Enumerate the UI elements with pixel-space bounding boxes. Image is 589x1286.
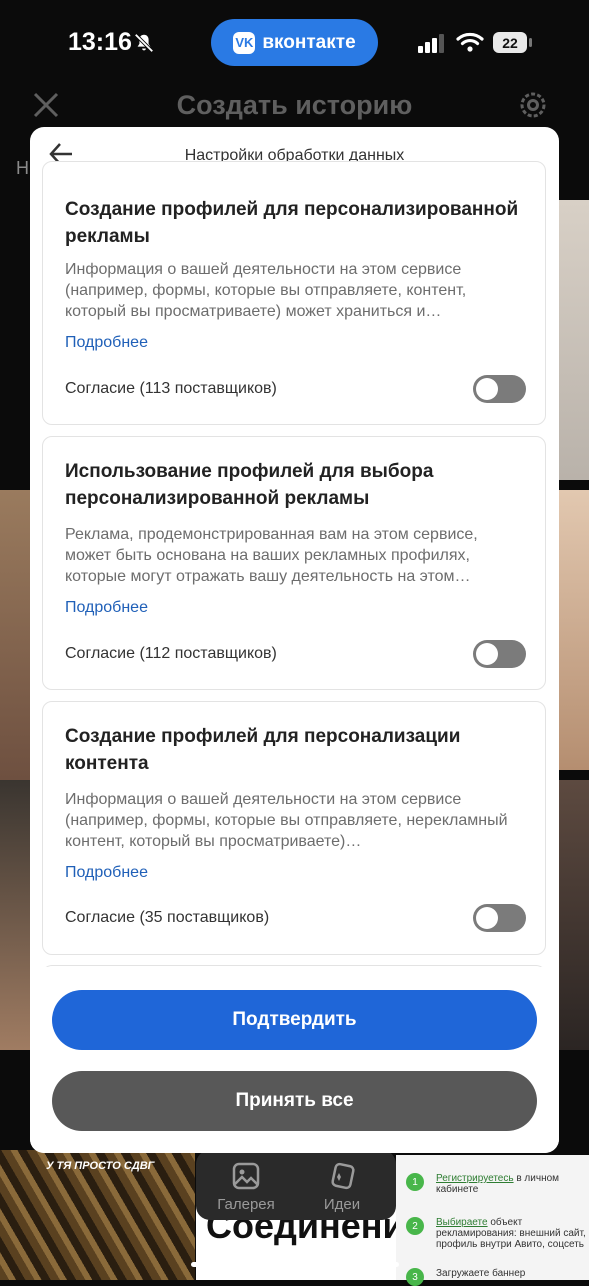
step-number: 1 xyxy=(406,1173,424,1191)
step-text: Загружаете баннер xyxy=(436,1268,526,1279)
more-info-link[interactable]: Подробнее xyxy=(65,599,148,617)
data-processing-settings-modal: Настройки обработки данных Создание проф… xyxy=(30,127,559,1153)
gallery-thumbnail[interactable] xyxy=(558,200,589,480)
gallery-thumbnail[interactable] xyxy=(0,780,30,1050)
confirm-button[interactable]: Подтвердить xyxy=(52,990,537,1050)
more-info-link[interactable]: Подробнее xyxy=(65,864,148,882)
consent-label: Согласие (35 поставщиков) xyxy=(65,909,270,926)
battery-indicator: 22 xyxy=(493,32,527,53)
consent-label: Согласие (112 поставщиков) xyxy=(65,645,277,662)
purpose-description: Информация о вашей деятельности на этом … xyxy=(65,261,467,320)
consent-toggle[interactable] xyxy=(473,640,526,668)
battery-tip xyxy=(529,38,532,47)
purpose-title: Создание профилей для персонализации кон… xyxy=(65,726,461,774)
gallery-icon xyxy=(232,1162,260,1190)
accept-all-button[interactable]: Принять все xyxy=(52,1071,537,1131)
ideas-icon xyxy=(331,1162,355,1190)
home-indicator xyxy=(191,1262,399,1267)
consent-toggle[interactable] xyxy=(473,904,526,932)
gallery-thumbnail[interactable] xyxy=(0,490,30,780)
wifi-icon xyxy=(456,32,484,52)
step-text: Выбираете объект рекламирования: внешний… xyxy=(436,1217,586,1250)
cellular-signal-icon xyxy=(418,34,444,53)
story-preview-caption: У ТЯ ПРОСТО СДВГ xyxy=(46,1160,155,1172)
gallery-thumbnail[interactable] xyxy=(558,780,589,1050)
purpose-description: Информация о вашей деятельности на этом … xyxy=(65,791,508,850)
purpose-description: Реклама, продемонстрированная вам на это… xyxy=(65,526,478,585)
toggle-knob xyxy=(476,378,498,400)
silent-bell-icon xyxy=(134,33,154,53)
purpose-card: Использование профилей для выбора персон… xyxy=(42,436,546,690)
status-time: 13:16 xyxy=(68,28,132,56)
background-partial-label: Н xyxy=(16,158,29,178)
toggle-knob xyxy=(476,907,498,929)
tab-ideas[interactable]: Идеи xyxy=(307,1162,377,1213)
more-info-link[interactable]: Подробнее xyxy=(65,334,148,352)
status-bar: 13:16 VK вконтакте 22 xyxy=(0,0,589,88)
gallery-thumbnail[interactable] xyxy=(558,490,589,770)
purpose-card: Создание профилей для персонализации кон… xyxy=(42,701,546,955)
step-number: 2 xyxy=(406,1217,424,1235)
purpose-title: Использование профилей для выбора персон… xyxy=(65,461,434,509)
gear-icon[interactable] xyxy=(517,89,549,121)
step-text: Регистрируетесь в личном кабинете xyxy=(436,1173,560,1195)
consent-label: Согласие (113 поставщиков) xyxy=(65,380,277,397)
app-pill[interactable]: VK вконтакте xyxy=(211,19,378,66)
ad-steps-preview[interactable]: 1 Регистрируетесь в личном кабинете 2 Вы… xyxy=(396,1155,589,1286)
purpose-title: Создание профилей для персонализированно… xyxy=(65,199,519,247)
tab-ideas-label: Идеи xyxy=(323,1196,361,1213)
tab-gallery-label: Галерея xyxy=(217,1196,275,1213)
tab-gallery[interactable]: Галерея xyxy=(211,1162,281,1213)
background-page-title: Создать историю xyxy=(176,90,413,120)
toggle-knob xyxy=(476,643,498,665)
consent-toggle[interactable] xyxy=(473,375,526,403)
vk-logo-icon: VK xyxy=(233,31,256,54)
purpose-card: Создание профилей для персонализированно… xyxy=(42,161,546,425)
step-number: 3 xyxy=(406,1268,424,1286)
app-pill-label: вконтакте xyxy=(262,31,356,53)
